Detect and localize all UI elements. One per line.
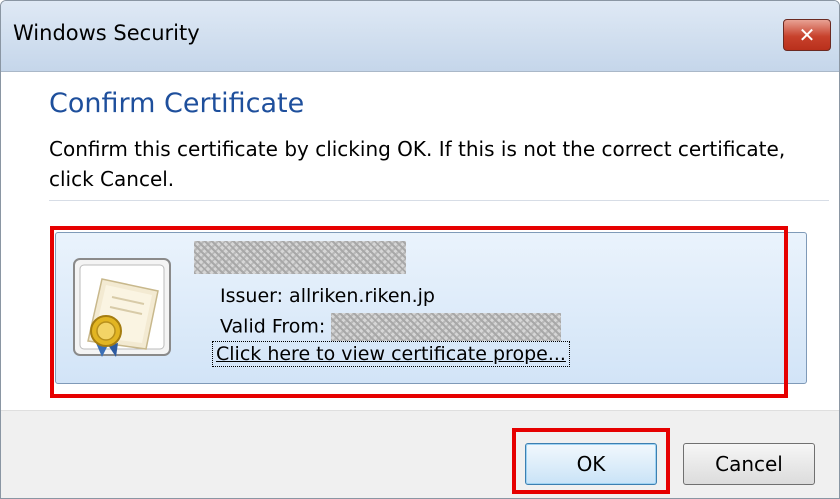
certificate-name-redacted (194, 241, 406, 274)
dialog-heading: Confirm Certificate (49, 88, 305, 119)
window-title: Windows Security (13, 21, 200, 45)
title-bar: Windows Security ✕ (1, 1, 839, 72)
cancel-button[interactable]: Cancel (683, 443, 815, 485)
view-certificate-link[interactable]: Click here to view certificate prope... (212, 341, 570, 367)
ok-button[interactable]: OK (525, 443, 657, 485)
valid-from-label: Valid From: (220, 315, 326, 338)
dialog-message: Confirm this certificate by clicking OK.… (49, 137, 786, 191)
certificate-tile[interactable]: Issuer: allriken.riken.jp Valid From: Cl… (55, 232, 807, 384)
button-bar: OK Cancel (1, 410, 839, 498)
security-dialog: Windows Security ✕ Confirm Certificate C… (0, 0, 840, 499)
dialog-content: Confirm Certificate Confirm this certifi… (1, 72, 839, 410)
certificate-valid-from: Valid From: (220, 313, 562, 341)
valid-from-redacted (331, 313, 562, 341)
certificate-icon (73, 258, 171, 357)
divider (49, 200, 829, 201)
close-button[interactable]: ✕ (783, 19, 831, 51)
close-icon: ✕ (798, 23, 816, 47)
certificate-issuer: Issuer: allriken.riken.jp (220, 285, 435, 307)
